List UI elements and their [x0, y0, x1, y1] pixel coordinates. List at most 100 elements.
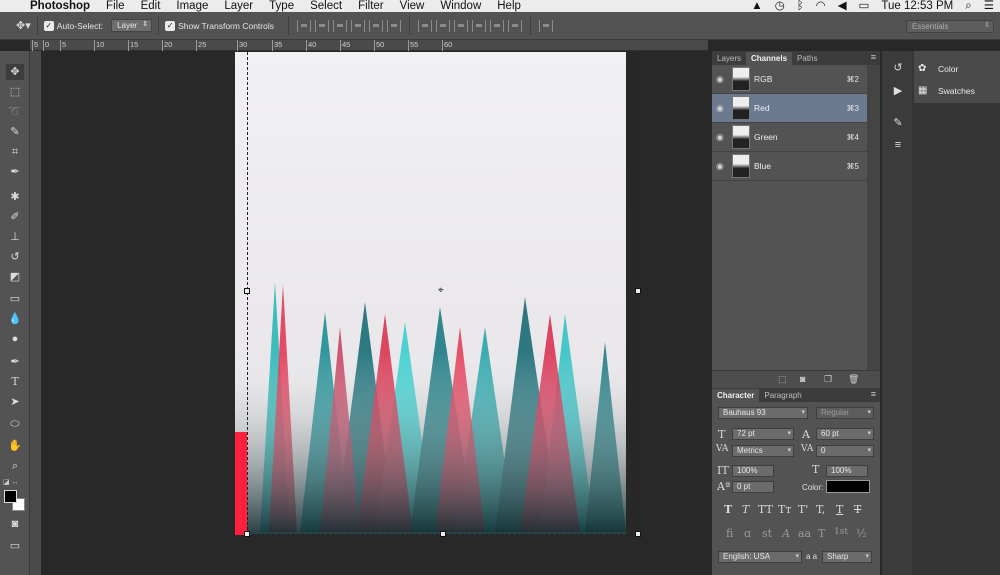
horizontal-scale-field[interactable]: 100% — [826, 465, 868, 477]
healing-brush-icon[interactable]: ✱ — [6, 189, 24, 205]
align-top-icon[interactable] — [296, 19, 311, 32]
tab-paths[interactable]: Paths — [792, 52, 822, 65]
path-select-icon[interactable]: ➤ — [6, 394, 24, 410]
dock-item-color[interactable]: ✿ Color — [918, 60, 958, 78]
channel-row-red[interactable]: ◉ Red ⌘3 — [712, 94, 867, 123]
dock-item-swatches[interactable]: ▦ Swatches — [918, 82, 975, 100]
faux-italic-icon[interactable]: T — [742, 503, 749, 516]
brush-tool-icon[interactable]: ✐ — [6, 209, 24, 225]
menu-file[interactable]: File — [98, 0, 133, 12]
all-caps-icon[interactable]: TT — [758, 503, 773, 516]
move-tool-preset-icon[interactable]: ✥▾ — [16, 19, 31, 32]
quick-mask-icon[interactable]: ◙ — [6, 516, 24, 532]
distribute-hcenter-icon[interactable] — [489, 19, 504, 32]
channel-row-rgb[interactable]: ◉ RGB ⌘2 — [712, 65, 867, 94]
visibility-eye-icon[interactable]: ◉ — [716, 132, 728, 143]
menu-filter[interactable]: Filter — [350, 0, 392, 12]
list-icon[interactable]: ☰ — [978, 0, 1000, 12]
visibility-eye-icon[interactable]: ◉ — [716, 161, 728, 172]
stylistic-alternates-icon[interactable]: aa — [798, 527, 811, 540]
eraser-tool-icon[interactable]: ◩ — [6, 269, 24, 285]
panel-menu-icon[interactable]: ≡ — [871, 389, 876, 399]
align-left-icon[interactable] — [350, 19, 365, 32]
battery-icon[interactable]: ▭ — [853, 0, 876, 12]
reference-point-icon[interactable]: ⌖ — [438, 285, 444, 296]
font-family-dropdown[interactable]: Bauhaus 93 — [718, 407, 808, 419]
ligatures-icon[interactable]: fi — [726, 527, 733, 540]
tracking-dropdown[interactable]: 0 — [816, 445, 874, 457]
contextual-alternates-icon[interactable]: ɑ — [744, 527, 751, 540]
foreground-color-swatch[interactable] — [4, 490, 17, 503]
menu-type[interactable]: Type — [261, 0, 302, 12]
marquee-tool-icon[interactable]: ⬚ — [6, 84, 24, 100]
gradient-tool-icon[interactable]: ▭ — [6, 291, 24, 307]
discretionary-ligatures-icon[interactable]: st — [762, 527, 772, 540]
panel-menu-icon[interactable]: ≡ — [871, 52, 876, 62]
menu-layer[interactable]: Layer — [216, 0, 261, 12]
auto-select-dropdown[interactable]: Layer — [111, 19, 153, 32]
brush-presets-icon[interactable]: ≡ — [890, 138, 906, 152]
tab-paragraph[interactable]: Paragraph — [759, 389, 806, 402]
distribute-top-icon[interactable] — [417, 19, 432, 32]
tab-channels[interactable]: Channels — [746, 52, 793, 65]
distribute-left-icon[interactable] — [471, 19, 486, 32]
time-machine-icon[interactable]: ◷ — [769, 0, 791, 12]
type-tool-icon[interactable]: T — [6, 374, 24, 390]
text-color-swatch[interactable] — [826, 480, 870, 493]
channel-row-blue[interactable]: ◉ Blue ⌘5 — [712, 152, 867, 181]
underline-icon[interactable]: T — [836, 503, 843, 516]
spotlight-icon[interactable]: ⌕ — [959, 0, 977, 12]
menu-window[interactable]: Window — [432, 0, 489, 12]
distribute-bottom-icon[interactable] — [453, 19, 468, 32]
menu-help[interactable]: Help — [489, 0, 529, 12]
distribute-right-icon[interactable] — [507, 19, 522, 32]
history-brush-icon[interactable]: ↺ — [6, 249, 24, 265]
superscript-icon[interactable]: T' — [798, 503, 808, 516]
zoom-tool-icon[interactable]: ⌕ — [6, 458, 24, 474]
language-dropdown[interactable]: English: USA — [718, 551, 802, 563]
menu-image[interactable]: Image — [168, 0, 216, 12]
vertical-scale-field[interactable]: 100% — [732, 465, 774, 477]
default-colors-icon[interactable]: ◪ ↔ — [3, 478, 19, 486]
panel-scrollbar[interactable] — [867, 65, 880, 370]
transform-handle[interactable] — [440, 531, 446, 537]
swash-icon[interactable]: A — [782, 527, 790, 540]
dodge-tool-icon[interactable]: ● — [6, 331, 24, 347]
menu-select[interactable]: Select — [302, 0, 350, 12]
fractions-icon[interactable]: ½ — [856, 527, 867, 540]
clock[interactable]: Tue 12:53 PM — [875, 0, 959, 12]
tab-character[interactable]: Character — [712, 389, 760, 402]
auto-select-checkbox[interactable]: ✓ — [43, 20, 54, 31]
tab-layers[interactable]: Layers — [712, 52, 746, 65]
quick-select-tool-icon[interactable]: ✎ — [6, 124, 24, 140]
wifi-icon[interactable]: ◠ — [810, 0, 832, 12]
font-size-field[interactable]: 72 pt — [732, 428, 794, 440]
transform-handle[interactable] — [635, 531, 641, 537]
blur-tool-icon[interactable]: 💧 — [6, 311, 24, 327]
transform-handle[interactable] — [244, 531, 250, 537]
lasso-tool-icon[interactable]: ➰ — [6, 104, 24, 120]
actions-play-icon[interactable]: ▶ — [890, 84, 906, 98]
eyedropper-tool-icon[interactable]: ✒ — [6, 164, 24, 180]
transform-handle[interactable] — [244, 288, 250, 294]
pen-tool-icon[interactable]: ✒ — [6, 354, 24, 370]
antialias-dropdown[interactable]: Sharp — [822, 551, 872, 563]
clone-stamp-icon[interactable]: ⊥ — [6, 229, 24, 245]
align-bottom-icon[interactable] — [332, 19, 347, 32]
bluetooth-icon[interactable]: ᛒ — [791, 0, 810, 12]
baseline-shift-field[interactable]: 0 pt — [732, 481, 774, 493]
distribute-vcenter-icon[interactable] — [435, 19, 450, 32]
ordinals-icon[interactable]: 1st — [834, 527, 848, 537]
notification-icon[interactable]: ▲ — [745, 0, 768, 12]
transform-handle[interactable] — [635, 288, 641, 294]
workspace-dropdown[interactable]: Essentials — [906, 20, 994, 33]
channel-row-green[interactable]: ◉ Green ⌘4 — [712, 123, 867, 152]
move-tool-icon[interactable]: ✥ — [6, 64, 24, 80]
align-right-icon[interactable] — [386, 19, 401, 32]
leading-field[interactable]: 60 pt — [816, 428, 874, 440]
visibility-eye-icon[interactable]: ◉ — [716, 103, 728, 114]
ellipse-tool-icon[interactable]: ⬭ — [6, 416, 24, 432]
screen-mode-icon[interactable]: ▭ — [6, 538, 24, 554]
save-selection-icon[interactable]: ◙ — [800, 374, 805, 384]
new-channel-icon[interactable]: ❐ — [824, 374, 832, 385]
